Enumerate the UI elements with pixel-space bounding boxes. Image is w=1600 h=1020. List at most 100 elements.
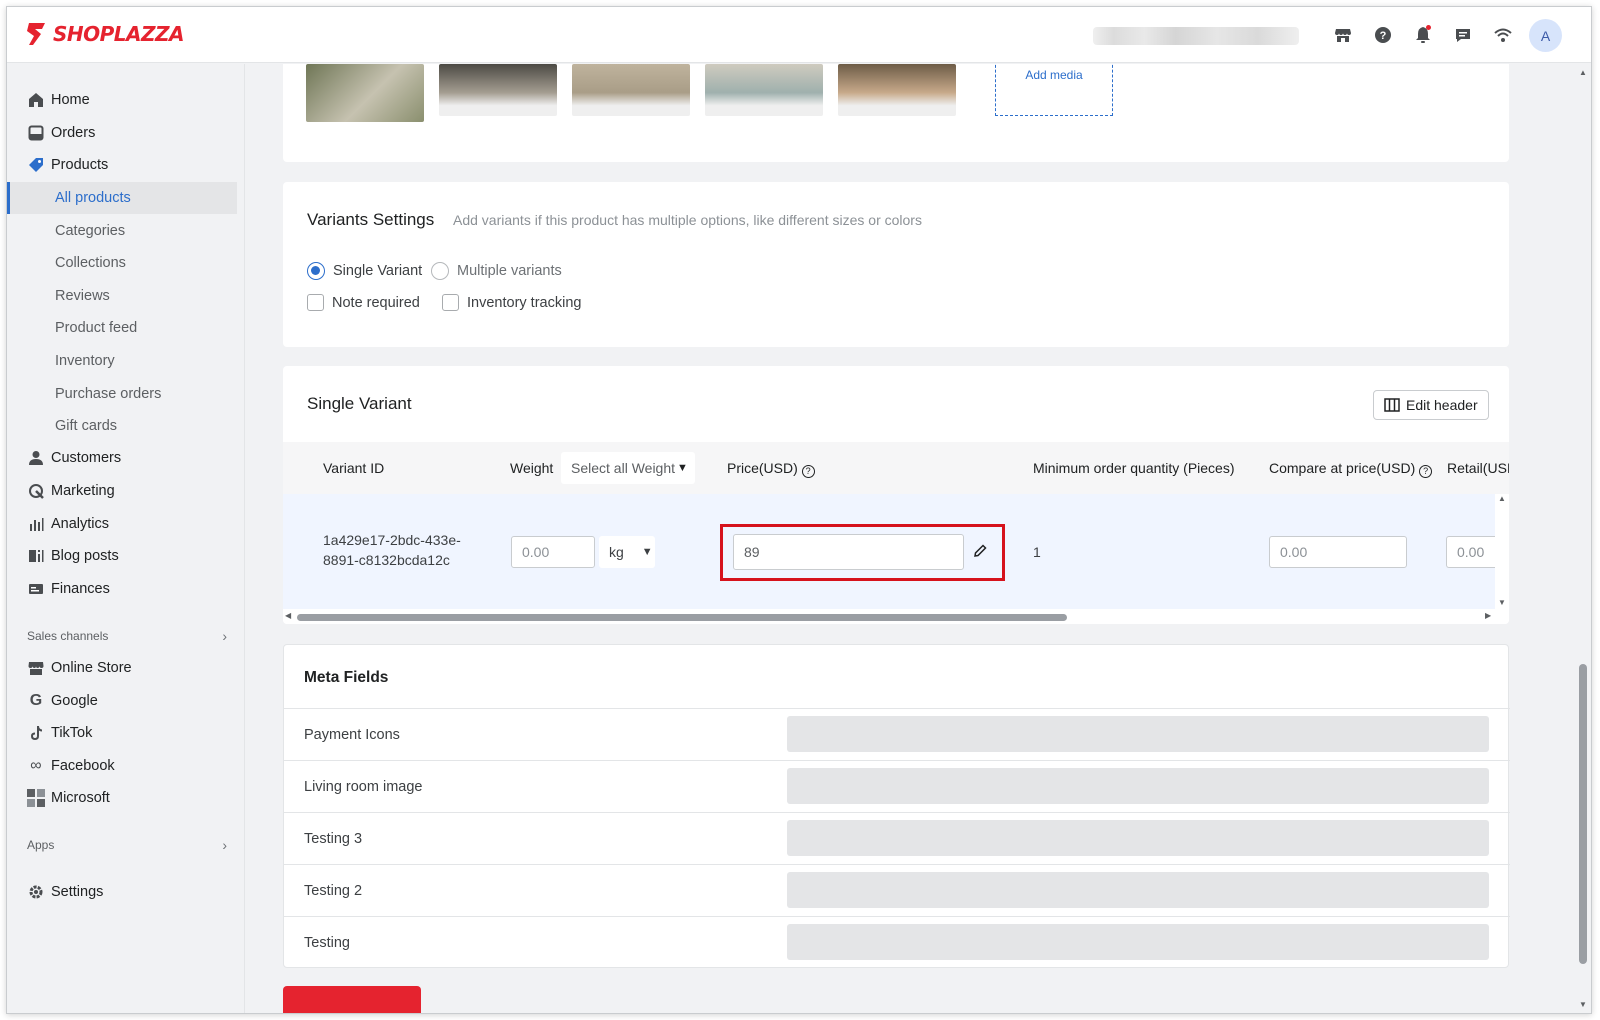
horizontal-scroll-thumb[interactable]	[297, 614, 1067, 621]
meta-field-input[interactable]	[787, 924, 1489, 960]
chat-icon[interactable]	[1449, 21, 1477, 49]
table-vertical-scrollbar[interactable]: ▲ ▼	[1495, 494, 1509, 609]
sidebar-item-orders[interactable]: Orders	[7, 117, 237, 149]
retail-input[interactable]: 0.00	[1446, 536, 1496, 568]
sidebar-subitem-label: Categories	[55, 223, 126, 239]
sidebar-item-label: TikTok	[51, 725, 93, 741]
column-variant-id: Variant ID	[323, 460, 385, 476]
help-icon[interactable]: ?	[1369, 21, 1397, 49]
brand-logo[interactable]: SHOPLAZZA	[25, 21, 185, 47]
single-variant-title: Single Variant	[307, 394, 412, 413]
sidebar-subitem-categories[interactable]: Categories	[7, 215, 237, 247]
meta-field-row: Testing	[284, 916, 1510, 968]
sidebar-item-settings[interactable]: Settings	[7, 876, 237, 908]
google-icon: G	[29, 692, 43, 709]
help-circle-icon[interactable]: ?	[1419, 465, 1433, 478]
wifi-icon[interactable]	[1489, 21, 1517, 49]
tiktok-icon	[27, 724, 45, 742]
bell-icon[interactable]	[1409, 21, 1437, 49]
media-thumbnail[interactable]	[306, 64, 424, 122]
scroll-up-icon[interactable]: ▲	[1498, 494, 1506, 503]
media-thumbnail[interactable]	[572, 64, 690, 116]
sidebar-item-finances[interactable]: Finances	[7, 573, 237, 605]
meta-field-input[interactable]	[787, 768, 1489, 804]
note-required-checkbox[interactable]: Note required	[307, 294, 420, 311]
sidebar-subitem-label: Gift cards	[55, 418, 118, 434]
column-compare-price-label: Compare at price(USD)	[1269, 460, 1416, 476]
sidebar-subitem-product-feed[interactable]: Product feed	[7, 312, 237, 344]
column-compare-price: Compare at price(USD) ?	[1269, 460, 1433, 478]
delete-button[interactable]	[283, 986, 421, 1013]
person-icon	[27, 449, 45, 467]
sidebar-item-products[interactable]: Products	[7, 149, 237, 181]
scroll-right-icon[interactable]: ▶	[1485, 611, 1491, 620]
app-window: SHOPLAZZA ? A Home Orders Products All p…	[6, 6, 1592, 1014]
sidebar-item-analytics[interactable]: Analytics	[7, 508, 237, 540]
radio-button-unchecked[interactable]	[431, 262, 449, 280]
sidebar-subitem-inventory[interactable]: Inventory	[7, 345, 237, 377]
meta-fields-title: Meta Fields	[304, 669, 389, 686]
checkbox[interactable]	[307, 294, 324, 311]
meta-field-input[interactable]	[787, 872, 1489, 908]
store-name-blurred[interactable]	[1093, 27, 1299, 45]
meta-icon: ∞	[30, 757, 42, 774]
store-icon[interactable]	[1329, 21, 1357, 49]
inventory-tracking-checkbox[interactable]: Inventory tracking	[442, 294, 581, 311]
column-weight: Weight	[510, 460, 554, 476]
sidebar-item-customers[interactable]: Customers	[7, 442, 237, 474]
sidebar-item-blog-posts[interactable]: Blog posts	[7, 540, 237, 572]
sidebar-item-label: Blog posts	[51, 548, 119, 564]
logo-mark-icon	[27, 23, 45, 45]
main-content: Add media Variants Settings Add variants…	[245, 64, 1575, 1013]
sidebar-subitem-gift-cards[interactable]: Gift cards	[7, 410, 237, 442]
caret-down-icon: ▼	[677, 462, 688, 474]
weight-input[interactable]: 0.00	[511, 536, 595, 568]
checkbox[interactable]	[442, 294, 459, 311]
sidebar-subitem-all-products[interactable]: All products	[7, 182, 237, 214]
sidebar-item-google[interactable]: G Google	[7, 685, 237, 717]
meta-field-label: Testing 3	[304, 831, 363, 847]
media-thumbnail[interactable]	[439, 64, 557, 116]
help-circle-icon[interactable]: ?	[801, 465, 815, 478]
compare-price-input[interactable]: 0.00	[1269, 536, 1407, 568]
sidebar-item-home[interactable]: Home	[7, 84, 237, 116]
scroll-left-icon[interactable]: ◀	[285, 611, 291, 620]
sidebar-item-tiktok[interactable]: TikTok	[7, 717, 237, 749]
table-horizontal-scrollbar[interactable]: ◀ ▶	[283, 610, 1509, 624]
sidebar-item-marketing[interactable]: Marketing	[7, 475, 237, 507]
sidebar-item-online-store[interactable]: Online Store	[7, 652, 237, 684]
avatar[interactable]: A	[1529, 19, 1562, 52]
scroll-up-icon[interactable]: ▲	[1579, 68, 1587, 77]
sidebar-subitem-collections[interactable]: Collections	[7, 247, 237, 279]
meta-field-label: Payment Icons	[304, 727, 400, 743]
pencil-icon[interactable]	[972, 543, 988, 562]
sidebar-subitem-purchase-orders[interactable]: Purchase orders	[7, 378, 237, 410]
sidebar-item-microsoft[interactable]: Microsoft	[7, 782, 237, 814]
sidebar-subitem-reviews[interactable]: Reviews	[7, 280, 237, 312]
single-variant-radio[interactable]: Single Variant	[307, 262, 422, 280]
scroll-down-icon[interactable]: ▼	[1498, 598, 1506, 607]
multiple-variants-radio[interactable]: Multiple variants	[431, 262, 562, 280]
radio-button-checked[interactable]	[307, 262, 325, 280]
select-all-weight-dropdown[interactable]: Select all Weight ▼	[561, 452, 695, 484]
sales-channels-section[interactable]: Sales channels ›	[27, 628, 227, 644]
apps-section[interactable]: Apps ›	[27, 837, 227, 853]
analytics-icon	[27, 515, 45, 533]
add-media-button[interactable]: Add media	[995, 64, 1113, 116]
sidebar-item-label: Online Store	[51, 660, 132, 676]
variants-settings-title: Variants Settings	[307, 210, 435, 229]
page-vertical-scrollbar[interactable]: ▲ ▼	[1575, 64, 1591, 1013]
vertical-scroll-thumb[interactable]	[1579, 664, 1587, 964]
scroll-down-icon[interactable]: ▼	[1579, 1000, 1587, 1009]
sidebar-item-facebook[interactable]: ∞ Facebook	[7, 750, 237, 782]
price-input[interactable]: 89	[733, 534, 964, 570]
media-thumbnail[interactable]	[838, 64, 956, 116]
svg-text:?: ?	[1380, 30, 1387, 42]
chevron-right-icon: ›	[222, 837, 227, 853]
meta-field-input[interactable]	[787, 716, 1489, 752]
edit-header-button[interactable]: Edit header	[1373, 390, 1489, 420]
meta-field-input[interactable]	[787, 820, 1489, 856]
sidebar-item-label: Microsoft	[51, 790, 110, 806]
weight-unit-select[interactable]: kg ▼	[599, 536, 655, 568]
media-thumbnail[interactable]	[705, 64, 823, 116]
